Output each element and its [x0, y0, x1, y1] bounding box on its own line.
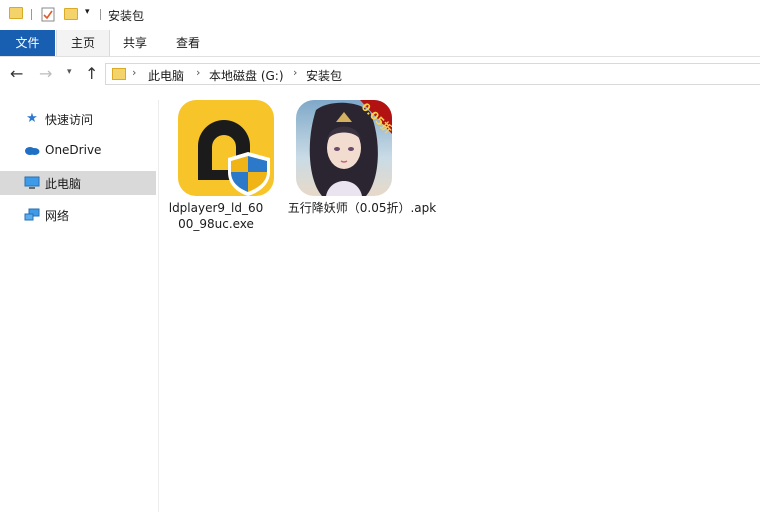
- folder-icon: [112, 68, 126, 80]
- cloud-icon: [24, 144, 40, 158]
- recent-locations-chevron-icon[interactable]: ▾: [67, 67, 72, 77]
- sidebar-item-label: 网络: [45, 209, 70, 223]
- ldplayer-app-icon: [178, 100, 274, 196]
- tab-view[interactable]: 查看: [162, 30, 214, 56]
- divider: [31, 9, 32, 20]
- sidebar-item-quick-access[interactable]: ★ 快速访问: [0, 107, 156, 131]
- new-folder-icon[interactable]: [64, 8, 78, 20]
- breadcrumb-this-pc[interactable]: 此电脑: [148, 67, 184, 84]
- file-name-line: 五行降妖师（0.05折）.apk: [287, 201, 437, 215]
- file-name-line: ldplayer9_ld_60: [168, 201, 264, 215]
- breadcrumb-local-disk[interactable]: 本地磁盘 (G:): [209, 67, 284, 84]
- file-name-line: 00_98uc.exe: [178, 217, 254, 231]
- navigation-pane: ★ 快速访问 OneDrive 此电脑 网络: [0, 100, 159, 512]
- file-name: 五行降妖师（0.05折）.apk: [282, 200, 442, 216]
- sidebar-item-label: OneDrive: [45, 143, 102, 157]
- file-item-ldplayer[interactable]: ldplayer9_ld_60 00_98uc.exe: [156, 100, 276, 235]
- window-title: 安装包: [108, 9, 145, 23]
- address-bar[interactable]: › 此电脑 › 本地磁盘 (G:) › 安装包: [105, 63, 760, 85]
- game-app-icon: 0.05折: [296, 100, 392, 196]
- sidebar-item-network[interactable]: 网络: [0, 203, 156, 227]
- tab-file[interactable]: 文件: [0, 30, 55, 56]
- title-bar: ▾ 安装包: [0, 0, 760, 30]
- sidebar-item-this-pc[interactable]: 此电脑: [0, 171, 156, 195]
- tab-share[interactable]: 共享: [110, 30, 160, 56]
- customize-quick-access-icon[interactable]: ▾: [85, 7, 90, 17]
- file-item-game-apk[interactable]: 0.05折 五行降妖师（0.05折）.apk: [274, 100, 436, 220]
- breadcrumb-install-folder[interactable]: 安装包: [306, 67, 342, 84]
- sidebar-item-onedrive[interactable]: OneDrive: [0, 139, 156, 163]
- navigation-bar: ← → ▾ ↑ › 此电脑 › 本地磁盘 (G:) › 安装包: [0, 57, 760, 91]
- forward-arrow-icon[interactable]: →: [39, 64, 52, 83]
- divider: [100, 9, 101, 20]
- network-icon: [24, 208, 40, 222]
- star-pin-icon: ★: [26, 111, 38, 126]
- tab-home[interactable]: 主页: [56, 30, 110, 56]
- chevron-right-icon[interactable]: ›: [293, 66, 297, 79]
- ribbon-tabs: 文件 主页 共享 查看: [0, 30, 760, 57]
- chevron-right-icon[interactable]: ›: [132, 66, 136, 79]
- folder-icon[interactable]: [9, 7, 23, 19]
- computer-icon: [24, 176, 40, 190]
- file-name: ldplayer9_ld_60 00_98uc.exe: [156, 200, 276, 232]
- back-arrow-icon[interactable]: ←: [10, 64, 23, 83]
- up-arrow-icon[interactable]: ↑: [85, 64, 98, 83]
- properties-icon[interactable]: [41, 6, 55, 25]
- sidebar-item-label: 快速访问: [45, 113, 94, 127]
- chevron-right-icon[interactable]: ›: [196, 66, 200, 79]
- sidebar-item-label: 此电脑: [45, 177, 82, 191]
